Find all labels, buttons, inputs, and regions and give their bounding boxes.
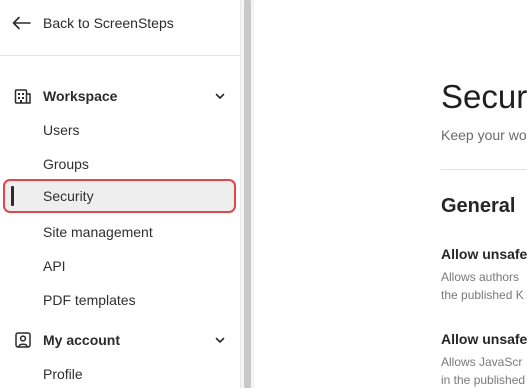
scrollbar-thumb[interactable] — [244, 0, 251, 388]
sidebar-item-label: Profile — [43, 366, 83, 382]
app-window: Back to ScreenSteps Workspace Users Grou… — [0, 0, 527, 388]
setting-description: Allows JavaScr — [441, 355, 523, 369]
sidebar-item-label: Security — [43, 188, 94, 204]
chevron-down-icon[interactable] — [214, 90, 226, 102]
back-to-screensteps-link[interactable]: Back to ScreenSteps — [12, 10, 174, 36]
main-content: Securit Keep your wo General Allow unsaf… — [254, 0, 527, 388]
setting-description: the published K — [441, 288, 524, 302]
arrow-left-icon — [12, 16, 31, 30]
page-title: Securit — [441, 78, 527, 115]
sidebar-item-label: Users — [43, 122, 80, 138]
sidebar-item-label: API — [43, 258, 66, 274]
sidebar-item-label: PDF templates — [43, 292, 136, 308]
building-icon — [14, 89, 31, 104]
sidebar-item-label: Groups — [43, 156, 89, 172]
sidebar-item-profile[interactable]: Profile — [43, 362, 83, 386]
content-divider — [441, 169, 527, 170]
sidebar-section-label: My account — [43, 332, 121, 348]
sidebar-item-security[interactable]: Security — [3, 179, 236, 213]
sidebar-item-site-management[interactable]: Site management — [43, 220, 153, 244]
active-indicator — [11, 186, 14, 206]
sidebar-item-groups[interactable]: Groups — [43, 152, 89, 176]
setting-title: Allow unsafe — [441, 331, 527, 347]
setting-description: in the published — [441, 373, 526, 387]
sidebar-section-my-account[interactable]: My account — [14, 327, 226, 353]
sidebar-item-api[interactable]: API — [43, 254, 66, 278]
section-title-general: General — [441, 195, 516, 217]
user-square-icon — [15, 332, 31, 348]
sidebar-section-label: Workspace — [43, 88, 118, 104]
sidebar-item-pdf-templates[interactable]: PDF templates — [43, 288, 136, 312]
sidebar-scrollbar[interactable] — [240, 0, 254, 388]
setting-description: Allows authors — [441, 270, 520, 284]
page-subtitle: Keep your wo — [441, 127, 527, 143]
back-link-label: Back to ScreenSteps — [43, 15, 174, 31]
chevron-down-icon[interactable] — [214, 334, 226, 346]
sidebar-divider — [0, 55, 240, 56]
sidebar-item-users[interactable]: Users — [43, 118, 80, 142]
setting-title: Allow unsafe — [441, 246, 527, 262]
sidebar-item-label: Site management — [43, 224, 153, 240]
sidebar-section-workspace[interactable]: Workspace — [14, 83, 226, 109]
settings-sidebar: Back to ScreenSteps Workspace Users Grou… — [0, 0, 240, 388]
